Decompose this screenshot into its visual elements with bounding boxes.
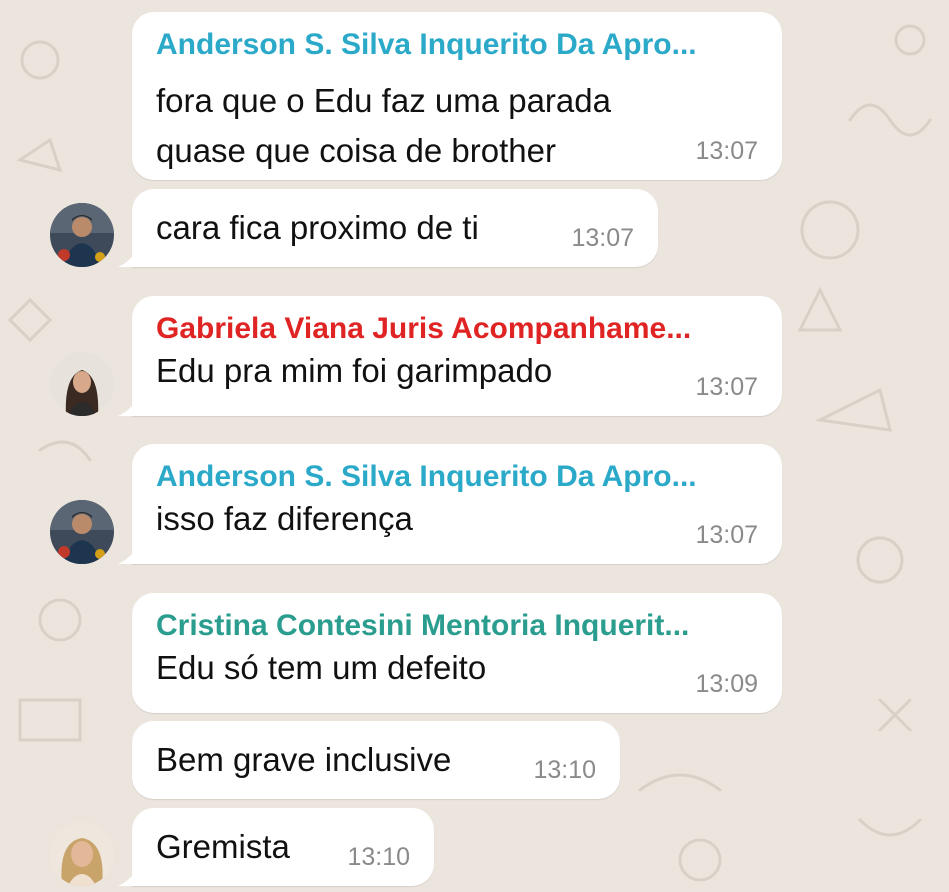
message-bubble[interactable]: Gabriela Viana Juris Acompanhame... Edu … (118, 296, 782, 416)
message-text-line: Edu pra mim foi garimpado (156, 352, 553, 389)
message-bubble[interactable]: Gremista 13:10 (118, 808, 434, 886)
message-text-line: fora que o Edu faz uma parada (156, 82, 611, 119)
avatar-woman-blonde-icon[interactable] (50, 822, 114, 886)
message-bubble[interactable]: Bem grave inclusive 13:10 (132, 721, 620, 799)
bubble-tail (118, 245, 140, 267)
sender-name[interactable]: Anderson S. Silva Inquerito Da Apro... (156, 460, 764, 494)
message-text-line: cara fica proximo de ti (156, 209, 479, 246)
message-timestamp: 13:10 (533, 756, 596, 784)
message-bubble[interactable]: Anderson S. Silva Inquerito Da Apro... f… (132, 12, 782, 180)
bubble-tail (118, 864, 140, 886)
message-timestamp: 13:07 (695, 521, 758, 549)
message-text-line: quase que coisa de brother (156, 132, 556, 169)
message-timestamp: 13:07 (695, 373, 758, 401)
avatar-man-icon[interactable] (50, 203, 114, 267)
sender-name[interactable]: Anderson S. Silva Inquerito Da Apro... (156, 28, 764, 62)
message-timestamp: 13:07 (571, 224, 634, 252)
message-text-line: Bem grave inclusive (156, 741, 452, 778)
message-timestamp: 13:07 (695, 137, 758, 165)
sender-name[interactable]: Cristina Contesini Mentoria Inquerit... (156, 609, 764, 643)
sender-name[interactable]: Gabriela Viana Juris Acompanhame... (156, 312, 764, 346)
message-bubble[interactable]: Cristina Contesini Mentoria Inquerit... … (132, 593, 782, 713)
message-timestamp: 13:10 (347, 843, 410, 871)
message-text-line: Edu só tem um defeito (156, 649, 487, 686)
message-bubble[interactable]: cara fica proximo de ti 13:07 (118, 189, 658, 267)
message-timestamp: 13:09 (695, 670, 758, 698)
message-bubble[interactable]: Anderson S. Silva Inquerito Da Apro... i… (118, 444, 782, 564)
bubble-tail (118, 542, 140, 564)
message-text-line: Gremista (156, 828, 290, 865)
avatar-woman-dark-hair-icon[interactable] (50, 352, 114, 416)
message-text-line: isso faz diferença (156, 500, 413, 537)
bubble-tail (118, 394, 140, 416)
avatar-man-icon[interactable] (50, 500, 114, 564)
